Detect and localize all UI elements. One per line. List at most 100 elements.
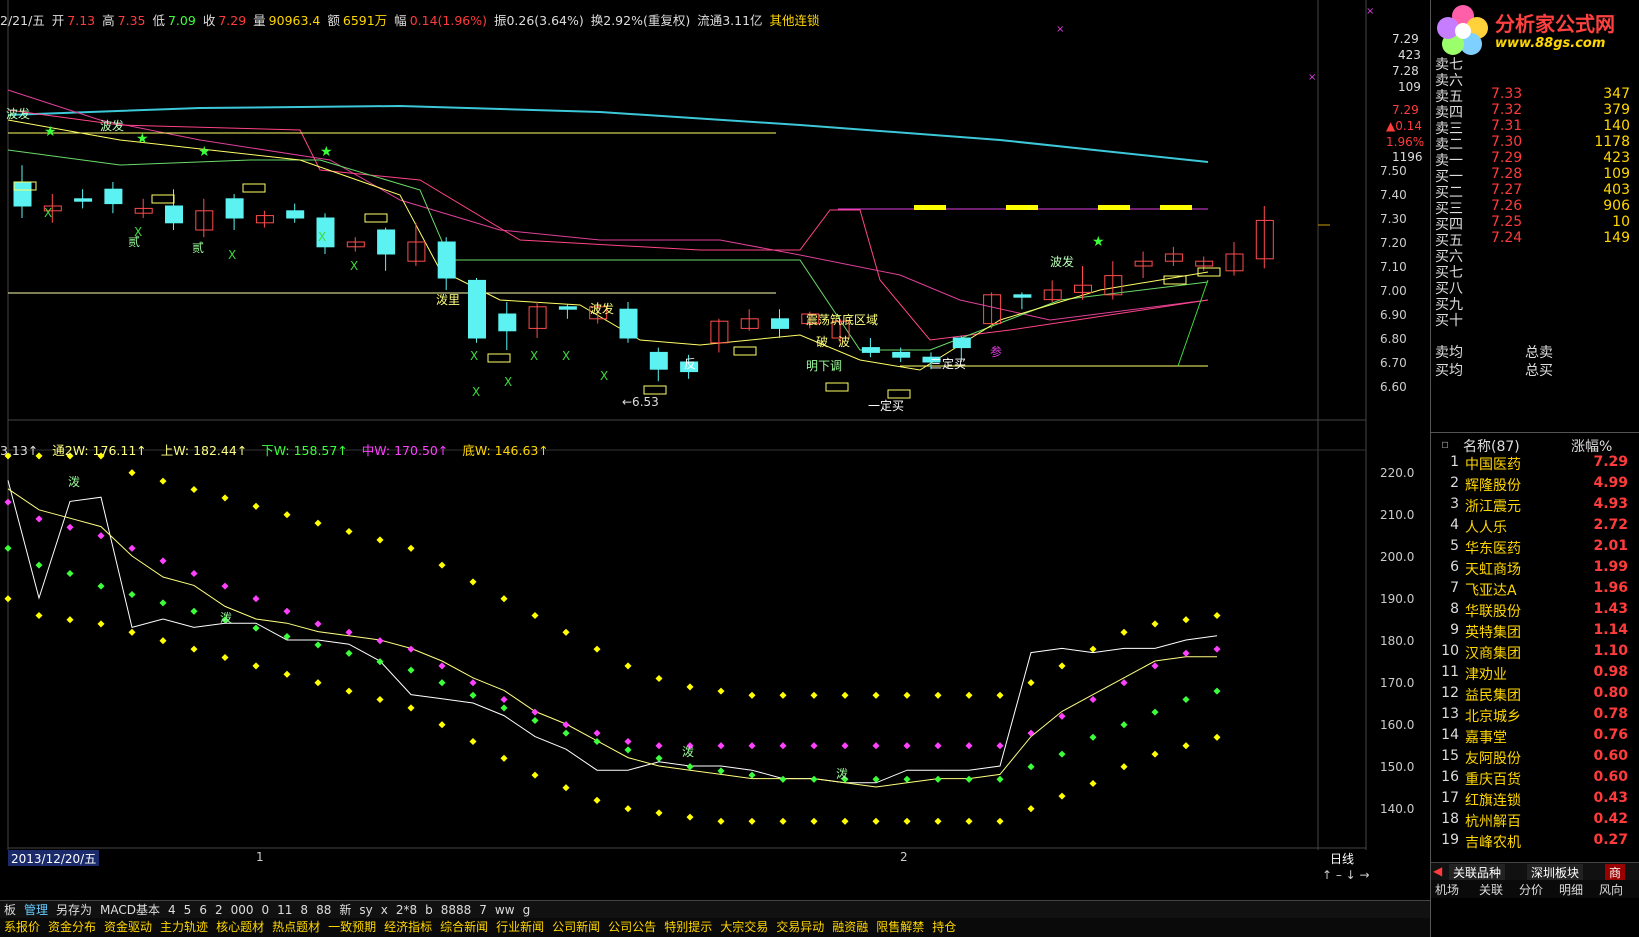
tab-shang[interactable]: 商 <box>1605 864 1626 881</box>
tab-related[interactable]: 关联品种 <box>1449 864 1506 881</box>
zoom-controls[interactable]: ↑ – ↓ → <box>1322 868 1370 882</box>
tb-item[interactable]: 8 <box>296 903 312 917</box>
stock-row[interactable]: 13 北京城乡 0.78 <box>1431 706 1639 727</box>
ma-line <box>7 104 1209 163</box>
tab-shenzhen[interactable]: 深圳板块 <box>1527 864 1584 881</box>
annotation-4: 贰 <box>192 240 204 255</box>
stock-index: 4 <box>1450 517 1459 533</box>
stock-row[interactable]: 6 天虹商场 1.99 <box>1431 559 1639 580</box>
tb-item[interactable]: 7 <box>475 903 491 917</box>
stock-row[interactable]: 12 益民集团 0.80 <box>1431 685 1639 706</box>
stock-index: 10 <box>1441 643 1459 659</box>
tb-item[interactable]: 5 <box>180 903 196 917</box>
fb-item[interactable]: 融资融 <box>828 918 872 935</box>
tb-item[interactable]: 000 <box>227 903 258 917</box>
tab2-item[interactable]: 关联 <box>1479 881 1503 898</box>
ind-dot <box>779 817 787 825</box>
tb-item[interactable]: g <box>519 903 535 917</box>
tb-item[interactable]: 4 <box>164 903 180 917</box>
tab2-item[interactable]: 风向 <box>1599 881 1623 898</box>
candle-body <box>468 279 486 339</box>
chart-area[interactable]: 2/21/五 开 7.13 高 7.35 低 7.09 收 7.29 量 90963.4 … <box>0 0 1430 937</box>
tb-item[interactable]: 管理 <box>20 901 52 918</box>
stock-row[interactable]: 5 华东医药 2.01 <box>1431 538 1639 559</box>
checkbox-icon[interactable]: ▫ <box>1441 437 1449 451</box>
tb-item[interactable]: 2 <box>211 903 227 917</box>
fb-item[interactable]: 公司公告 <box>604 918 660 935</box>
fb-item[interactable]: 交易异动 <box>772 918 828 935</box>
x-mark: X <box>562 349 570 363</box>
ind-dot <box>934 817 942 825</box>
fb-item[interactable]: 经济指标 <box>380 918 436 935</box>
fb-item[interactable]: 一致预期 <box>324 918 380 935</box>
fb-item[interactable]: 主力轨迹 <box>156 918 212 935</box>
tb-item[interactable]: 板 <box>0 901 20 918</box>
list-col-chg[interactable]: 涨幅% <box>1571 436 1612 456</box>
tb-item[interactable]: 0 <box>258 903 274 917</box>
stock-row[interactable]: 15 友阿股份 0.60 <box>1431 748 1639 769</box>
stock-row[interactable]: 3 浙江震元 4.93 <box>1431 496 1639 517</box>
logo-title: 分析家公式网 <box>1495 12 1615 36</box>
stock-row[interactable]: 11 津劝业 0.98 <box>1431 664 1639 685</box>
fb-item[interactable]: 持仓 <box>928 918 960 935</box>
tb-item[interactable]: sy <box>355 903 376 917</box>
tb-item[interactable]: x <box>377 903 392 917</box>
tab2-item[interactable]: 机场 <box>1435 881 1459 898</box>
fb-item[interactable]: 核心题材 <box>212 918 268 935</box>
ind-dot <box>1089 695 1097 704</box>
list-col-name[interactable]: 名称(87) <box>1463 436 1520 456</box>
stock-row[interactable]: 2 辉隆股份 4.99 <box>1431 475 1639 496</box>
stock-name: 英特集团 <box>1465 625 1521 641</box>
stock-row[interactable]: 10 汉商集团 1.10 <box>1431 643 1639 664</box>
fb-item[interactable]: 限售解禁 <box>872 918 928 935</box>
stock-row[interactable]: 18 杭州解百 0.42 <box>1431 811 1639 832</box>
stock-row[interactable]: 14 嘉事堂 0.76 <box>1431 727 1639 748</box>
stock-row[interactable]: 19 吉峰农机 0.27 <box>1431 832 1639 853</box>
fb-item[interactable]: 综合新闻 <box>436 918 492 935</box>
tb-item[interactable]: ww <box>491 903 519 917</box>
fb-item[interactable]: 公司新闻 <box>548 918 604 935</box>
ind-tick: 150.0 <box>1380 760 1415 774</box>
tb-item[interactable]: 8888 <box>437 903 476 917</box>
stock-row[interactable]: 9 英特集团 1.14 <box>1431 622 1639 643</box>
tb-item[interactable]: b <box>421 903 437 917</box>
ind-dot <box>624 746 632 754</box>
ind-dot <box>221 494 229 502</box>
fb-item[interactable]: 特别提示 <box>660 918 716 935</box>
fb-item[interactable]: 大宗交易 <box>716 918 772 935</box>
ind-dot <box>314 679 322 687</box>
ind-tick: 200.0 <box>1380 550 1415 564</box>
ind-dot <box>779 775 787 783</box>
fb-item[interactable]: 热点题材 <box>268 918 324 935</box>
fb-item[interactable]: 资金分布 <box>44 918 100 935</box>
ind-v4: 中W: 170.50↑ <box>361 443 449 458</box>
tb-item[interactable]: 6 <box>195 903 211 917</box>
price-tick: 7.50 <box>1380 164 1407 178</box>
stock-row[interactable]: 16 重庆百货 0.60 <box>1431 769 1639 790</box>
bottom-tabs-2: 机场 关联 分价 明细 风向 <box>1431 880 1639 898</box>
tb-item[interactable]: 11 <box>273 903 296 917</box>
stock-row[interactable]: 1 中国医药 7.29 <box>1431 454 1639 475</box>
tb-item[interactable]: 2*8 <box>392 903 421 917</box>
right-panel: 分析家公式网 www.88gs.com 卖七 卖六 卖五 7.33 347 卖四 7.32 3… <box>1430 0 1639 937</box>
stock-row[interactable]: 17 红旗连锁 0.43 <box>1431 790 1639 811</box>
fb-item[interactable]: 行业新闻 <box>492 918 548 935</box>
stock-row[interactable]: 4 人人乐 2.72 <box>1431 517 1639 538</box>
ind-dot <box>562 721 570 729</box>
period-label[interactable]: 日线 <box>1330 850 1354 867</box>
ind-dot <box>469 737 477 746</box>
order-row[interactable]: 买十 <box>1431 310 1639 331</box>
tab2-item[interactable]: 明细 <box>1559 881 1583 898</box>
tb-item[interactable]: 88 <box>312 903 335 917</box>
fb-item[interactable]: 资金驱动 <box>100 918 156 935</box>
tb-item[interactable]: MACD基本 <box>96 901 164 918</box>
prev-tab-icon[interactable]: ◀ <box>1433 864 1442 878</box>
stock-row[interactable]: 8 华联股份 1.43 <box>1431 601 1639 622</box>
tb-item[interactable]: 新 <box>335 901 355 918</box>
fb-item[interactable]: 系报价 <box>0 918 44 935</box>
tab2-item[interactable]: 分价 <box>1519 881 1543 898</box>
stock-row[interactable]: 7 飞亚达A 1.96 <box>1431 580 1639 601</box>
tb-item[interactable]: 另存为 <box>52 901 96 918</box>
ind-dot <box>376 637 384 645</box>
candle-body <box>13 181 32 207</box>
